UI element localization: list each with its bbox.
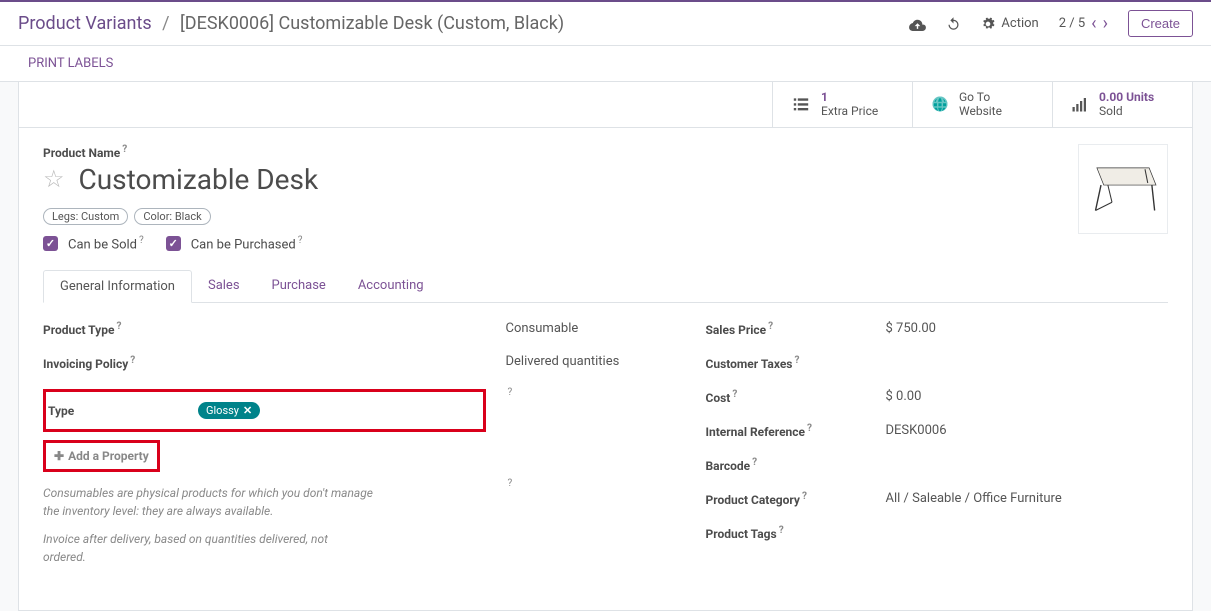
stat-extra-price[interactable]: 1 Extra Price (772, 82, 912, 127)
help-icon[interactable]: ? (508, 478, 513, 489)
help-text-invoice: Invoice after delivery, based on quantit… (43, 530, 373, 566)
tabs: General Information Sales Purchase Accou… (43, 270, 1168, 303)
stat-website-line1: Go To (959, 90, 1002, 104)
sub-header: PRINT LABELS (0, 46, 1211, 82)
pager: 2 / 5 ‹ › (1059, 13, 1108, 34)
invoicing-policy-value: Delivered quantities (506, 354, 686, 369)
stat-sold[interactable]: 0.00 Units Sold (1052, 82, 1192, 127)
help-text-consumable: Consumables are physical products for wh… (43, 484, 373, 520)
discard-icon[interactable] (946, 16, 961, 31)
can-be-purchased-label: Can be Purchased? (191, 235, 303, 252)
stat-sold-label: Sold (1099, 104, 1154, 118)
customer-taxes-label: Customer Taxes? (706, 355, 886, 371)
print-labels-button[interactable]: PRINT LABELS (28, 56, 113, 71)
stat-website-line2: Website (959, 104, 1002, 118)
stat-website[interactable]: Go To Website (912, 82, 1052, 127)
stat-extra-price-value: 1 (821, 90, 878, 104)
internal-reference-value[interactable]: DESK0006 (886, 423, 1149, 438)
product-image[interactable] (1078, 144, 1168, 234)
stat-buttons-row: 1 Extra Price Go To Website 0.00 Units (19, 82, 1192, 128)
type-label: Type (48, 404, 198, 418)
tab-purchase[interactable]: Purchase (256, 270, 342, 302)
product-category-label: Product Category? (706, 491, 886, 507)
product-tags-label: Product Tags? (706, 525, 886, 541)
globe-icon (931, 95, 949, 113)
list-icon (791, 96, 811, 112)
type-highlight-box: Type Glossy ✕ (43, 389, 486, 432)
product-title[interactable]: Customizable Desk (79, 163, 319, 196)
help-icon[interactable]: ? (508, 387, 513, 398)
can-be-purchased-checkbox[interactable] (166, 236, 181, 251)
breadcrumb: Product Variants / [DESK0006] Customizab… (18, 13, 909, 34)
product-name-label: Product Name? (43, 146, 127, 160)
tab-general-information[interactable]: General Information (43, 270, 192, 303)
create-button[interactable]: Create (1128, 10, 1193, 37)
product-type-value: Consumable (506, 321, 686, 336)
invoicing-policy-label: Invoicing Policy? (43, 355, 223, 371)
sales-price-value[interactable]: $ 750.00 (886, 321, 1149, 336)
cost-value[interactable]: $ 0.00 (886, 389, 1149, 404)
cost-label: Cost? (706, 389, 886, 405)
stat-sold-value: 0.00 Units (1099, 90, 1154, 104)
pager-next-icon[interactable]: › (1103, 13, 1108, 34)
product-type-label: Product Type? (43, 321, 223, 337)
pager-prev-icon[interactable]: ‹ (1091, 13, 1096, 34)
favorite-star-icon[interactable]: ☆ (43, 165, 65, 193)
can-be-sold-checkbox[interactable] (43, 236, 58, 251)
product-category-value[interactable]: All / Saleable / Office Furniture (886, 491, 1149, 506)
action-label: Action (1001, 16, 1038, 31)
form-sheet: 1 Extra Price Go To Website 0.00 Units (18, 82, 1193, 611)
variant-pill-color: Color: Black (134, 208, 210, 225)
stat-extra-price-label: Extra Price (821, 104, 878, 118)
pager-text: 2 / 5 (1059, 16, 1085, 31)
action-button[interactable]: Action (981, 16, 1038, 31)
header-bar: Product Variants / [DESK0006] Customizab… (0, 2, 1211, 46)
tag-remove-icon[interactable]: ✕ (243, 404, 252, 417)
type-tag-text: Glossy (206, 404, 239, 417)
plus-icon: ✚ (54, 449, 64, 463)
add-property-button[interactable]: ✚ Add a Property (54, 449, 149, 463)
variant-pill-legs: Legs: Custom (43, 208, 128, 225)
tab-accounting[interactable]: Accounting (342, 270, 440, 302)
can-be-sold-label: Can be Sold? (68, 235, 144, 252)
tab-sales[interactable]: Sales (192, 270, 256, 302)
type-tag-glossy[interactable]: Glossy ✕ (198, 402, 260, 419)
add-property-label: Add a Property (68, 449, 149, 463)
breadcrumb-root[interactable]: Product Variants (18, 13, 152, 34)
internal-reference-label: Internal Reference? (706, 423, 886, 439)
barcode-label: Barcode? (706, 457, 886, 473)
bars-icon (1071, 96, 1089, 112)
add-property-highlight-box: ✚ Add a Property (43, 440, 160, 472)
cloud-upload-icon[interactable] (909, 17, 926, 31)
gear-icon (981, 17, 995, 31)
breadcrumb-current: [DESK0006] Customizable Desk (Custom, Bl… (180, 13, 564, 34)
sales-price-label: Sales Price? (706, 321, 886, 337)
